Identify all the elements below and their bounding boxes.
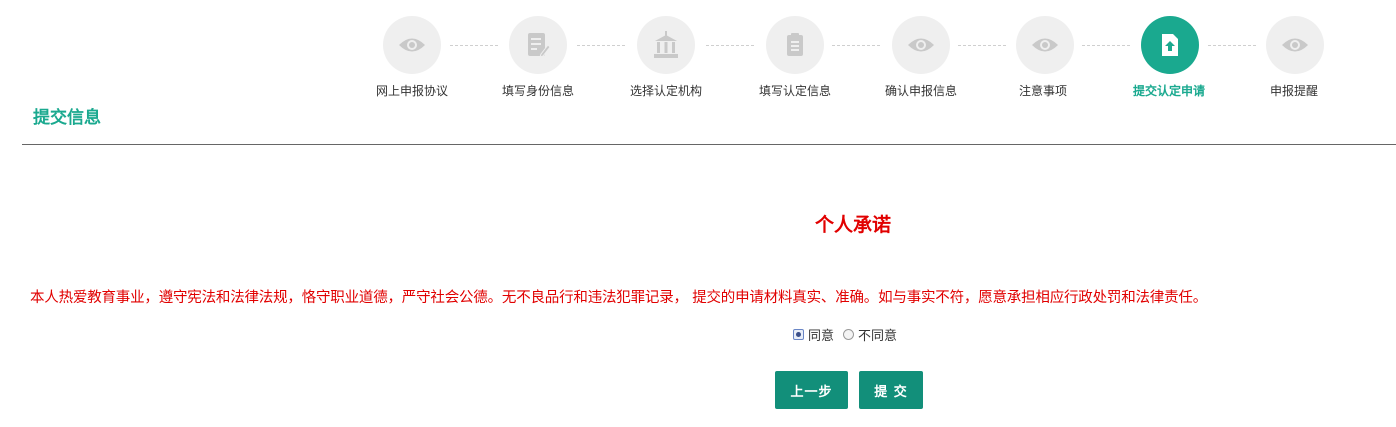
agree-radio[interactable] [793, 328, 804, 340]
step-6-label: 注意事项 [1018, 84, 1067, 98]
eye-icon [908, 38, 934, 52]
disagree-label[interactable]: 不同意 [858, 325, 897, 344]
step-1-circle [383, 16, 441, 74]
step-2-label: 填写身份信息 [501, 84, 574, 98]
pledge-title: 个人承诺 [814, 214, 891, 236]
agreement-radio-group: 同意 不同意 [793, 325, 906, 344]
agree-label[interactable]: 同意 [808, 325, 834, 344]
step-connector [706, 45, 754, 46]
previous-step-button[interactable]: 上一步 [775, 371, 848, 409]
step-5-label: 确认申报信息 [884, 84, 957, 98]
progress-stepper: 网上申报协议 填写身份信息 选择认定机构 填写认定信息 确认申报信息 注意事项 … [0, 0, 1396, 110]
edit-document-icon [528, 33, 550, 58]
pledge-text: 本人热爱教育事业，遵守宪法和法律法规，恪守职业道德，严守社会公德。无不良品行和违… [30, 290, 1208, 306]
step-3-label: 选择认定机构 [629, 84, 702, 98]
submit-button[interactable]: 提 交 [859, 371, 923, 409]
step-7-circle [1141, 16, 1199, 74]
document-list-icon [787, 33, 803, 56]
eye-icon [1032, 38, 1058, 52]
step-4-circle [766, 16, 824, 74]
divider [22, 144, 1396, 145]
step-2-circle [509, 16, 567, 74]
step-5-circle [892, 16, 950, 74]
step-8-label: 申报提醒 [1269, 84, 1318, 98]
step-connector [958, 45, 1006, 46]
eye-icon [1282, 38, 1308, 52]
step-connector [577, 45, 625, 46]
step-connector [450, 45, 498, 46]
eye-icon [399, 38, 425, 52]
step-8-circle [1266, 16, 1324, 74]
upload-file-icon [1162, 34, 1178, 56]
step-connector [832, 45, 880, 46]
institution-building-icon [654, 31, 678, 58]
step-connector [1082, 45, 1130, 46]
step-7-label: 提交认定申请 [1132, 84, 1205, 98]
step-connector [1208, 45, 1256, 46]
step-6-circle [1016, 16, 1074, 74]
step-1-label: 网上申报协议 [375, 84, 448, 98]
page-title: 提交信息 [33, 108, 101, 128]
disagree-radio[interactable] [843, 328, 855, 340]
step-4-label: 填写认定信息 [758, 84, 831, 98]
step-3-circle [637, 16, 695, 74]
